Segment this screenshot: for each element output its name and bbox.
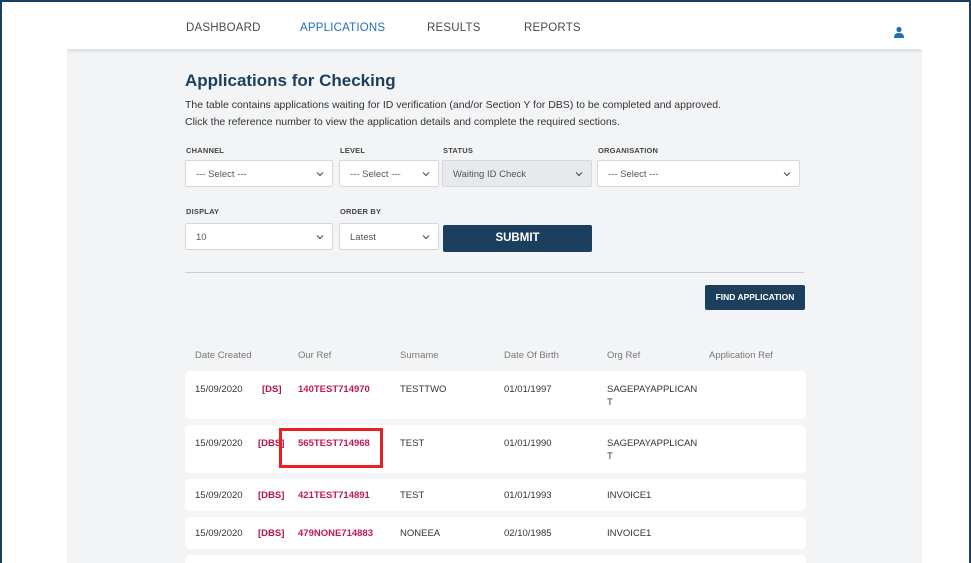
row-date-created: 15/09/2020	[195, 384, 243, 395]
order-by-label: ORDER BY	[340, 207, 382, 216]
chevron-down-icon	[316, 172, 324, 177]
chevron-down-icon	[316, 235, 324, 240]
level-select-value: --- Select ---	[350, 169, 401, 180]
header-surname: Surname	[400, 350, 439, 361]
nav-dashboard[interactable]: DASHBOARD	[186, 22, 261, 34]
highlight-box	[279, 428, 383, 468]
row-our-ref-link[interactable]: 421TEST714891	[298, 490, 370, 501]
channel-select-value: --- Select ---	[196, 169, 247, 180]
row-surname: TEST	[400, 438, 425, 449]
row-org-ref: SAGEPAYAPPLICAN	[607, 384, 698, 395]
row-date-of-birth: 01/01/1997	[504, 384, 552, 395]
organisation-select[interactable]: --- Select ---	[597, 160, 800, 187]
order-by-select-value: Latest	[350, 232, 376, 243]
level-select[interactable]: --- Select ---	[339, 160, 439, 187]
row-org-ref: SAGEPAYAPPLICAN	[607, 438, 698, 449]
chevron-down-icon	[422, 235, 430, 240]
channel-label: CHANNEL	[186, 146, 225, 155]
display-select-value: 10	[196, 232, 207, 243]
header-org-ref: Org Ref	[607, 350, 641, 361]
row-date-of-birth: 01/01/1993	[504, 490, 552, 501]
row-type-badge: [DBS]	[258, 490, 285, 501]
row-date-created: 15/09/2020	[195, 438, 243, 449]
organisation-label: ORGANISATION	[598, 146, 659, 155]
status-select[interactable]: Waiting ID Check	[442, 160, 592, 187]
chevron-down-icon	[575, 172, 583, 177]
row-org-ref-wrap: T	[607, 451, 613, 462]
status-select-value: Waiting ID Check	[453, 169, 527, 180]
row-date-of-birth: 02/10/1985	[504, 528, 552, 539]
row-our-ref-link[interactable]: 479NONE714883	[298, 528, 373, 539]
channel-select[interactable]: --- Select ---	[185, 160, 333, 187]
level-label: LEVEL	[340, 146, 366, 155]
nav-applications[interactable]: APPLICATIONS	[300, 22, 385, 34]
row-our-ref-link[interactable]: 140TEST714970	[298, 384, 370, 395]
row-date-created: 15/09/2020	[195, 528, 243, 539]
page-description-line2: Click the reference number to view the a…	[185, 116, 620, 128]
page-title: Applications for Checking	[185, 71, 396, 90]
table-row	[185, 555, 806, 563]
row-surname: NONEEA	[400, 528, 441, 539]
table-row	[185, 371, 806, 419]
nav-reports[interactable]: REPORTS	[524, 22, 581, 34]
nav-results[interactable]: RESULTS	[427, 22, 481, 34]
row-surname: TEST	[400, 490, 425, 501]
row-org-ref: INVOICE1	[607, 490, 652, 501]
row-type-badge: [DS]	[262, 384, 282, 395]
row-surname: TESTTWO	[400, 384, 447, 395]
status-label: STATUS	[443, 146, 474, 155]
header-date-of-birth: Date Of Birth	[504, 350, 559, 361]
chevron-down-icon	[422, 172, 430, 177]
header-our-ref: Our Ref	[298, 350, 332, 361]
order-by-select[interactable]: Latest	[339, 223, 439, 250]
header-application-ref: Application Ref	[709, 350, 773, 361]
row-org-ref: INVOICE1	[607, 528, 652, 539]
row-date-of-birth: 01/01/1990	[504, 438, 552, 449]
app-page: DASHBOARD APPLICATIONS RESULTS REPORTS A…	[67, 7, 922, 563]
user-icon[interactable]	[893, 26, 905, 38]
submit-button[interactable]: SUBMIT	[443, 225, 592, 252]
display-select[interactable]: 10	[185, 223, 333, 250]
row-type-badge: [DBS]	[258, 528, 285, 539]
divider	[185, 272, 804, 273]
organisation-select-value: --- Select ---	[608, 169, 659, 180]
row-org-ref-wrap: T	[607, 397, 613, 408]
chevron-down-icon	[783, 172, 791, 177]
page-description-line1: The table contains applications waiting …	[185, 99, 721, 111]
top-navigation: DASHBOARD APPLICATIONS RESULTS REPORTS	[67, 7, 922, 49]
find-application-button[interactable]: FIND APPLICATION	[705, 285, 805, 310]
row-date-created: 15/09/2020	[195, 490, 243, 501]
display-label: DISPLAY	[186, 207, 220, 216]
header-date-created: Date Created	[195, 350, 252, 361]
